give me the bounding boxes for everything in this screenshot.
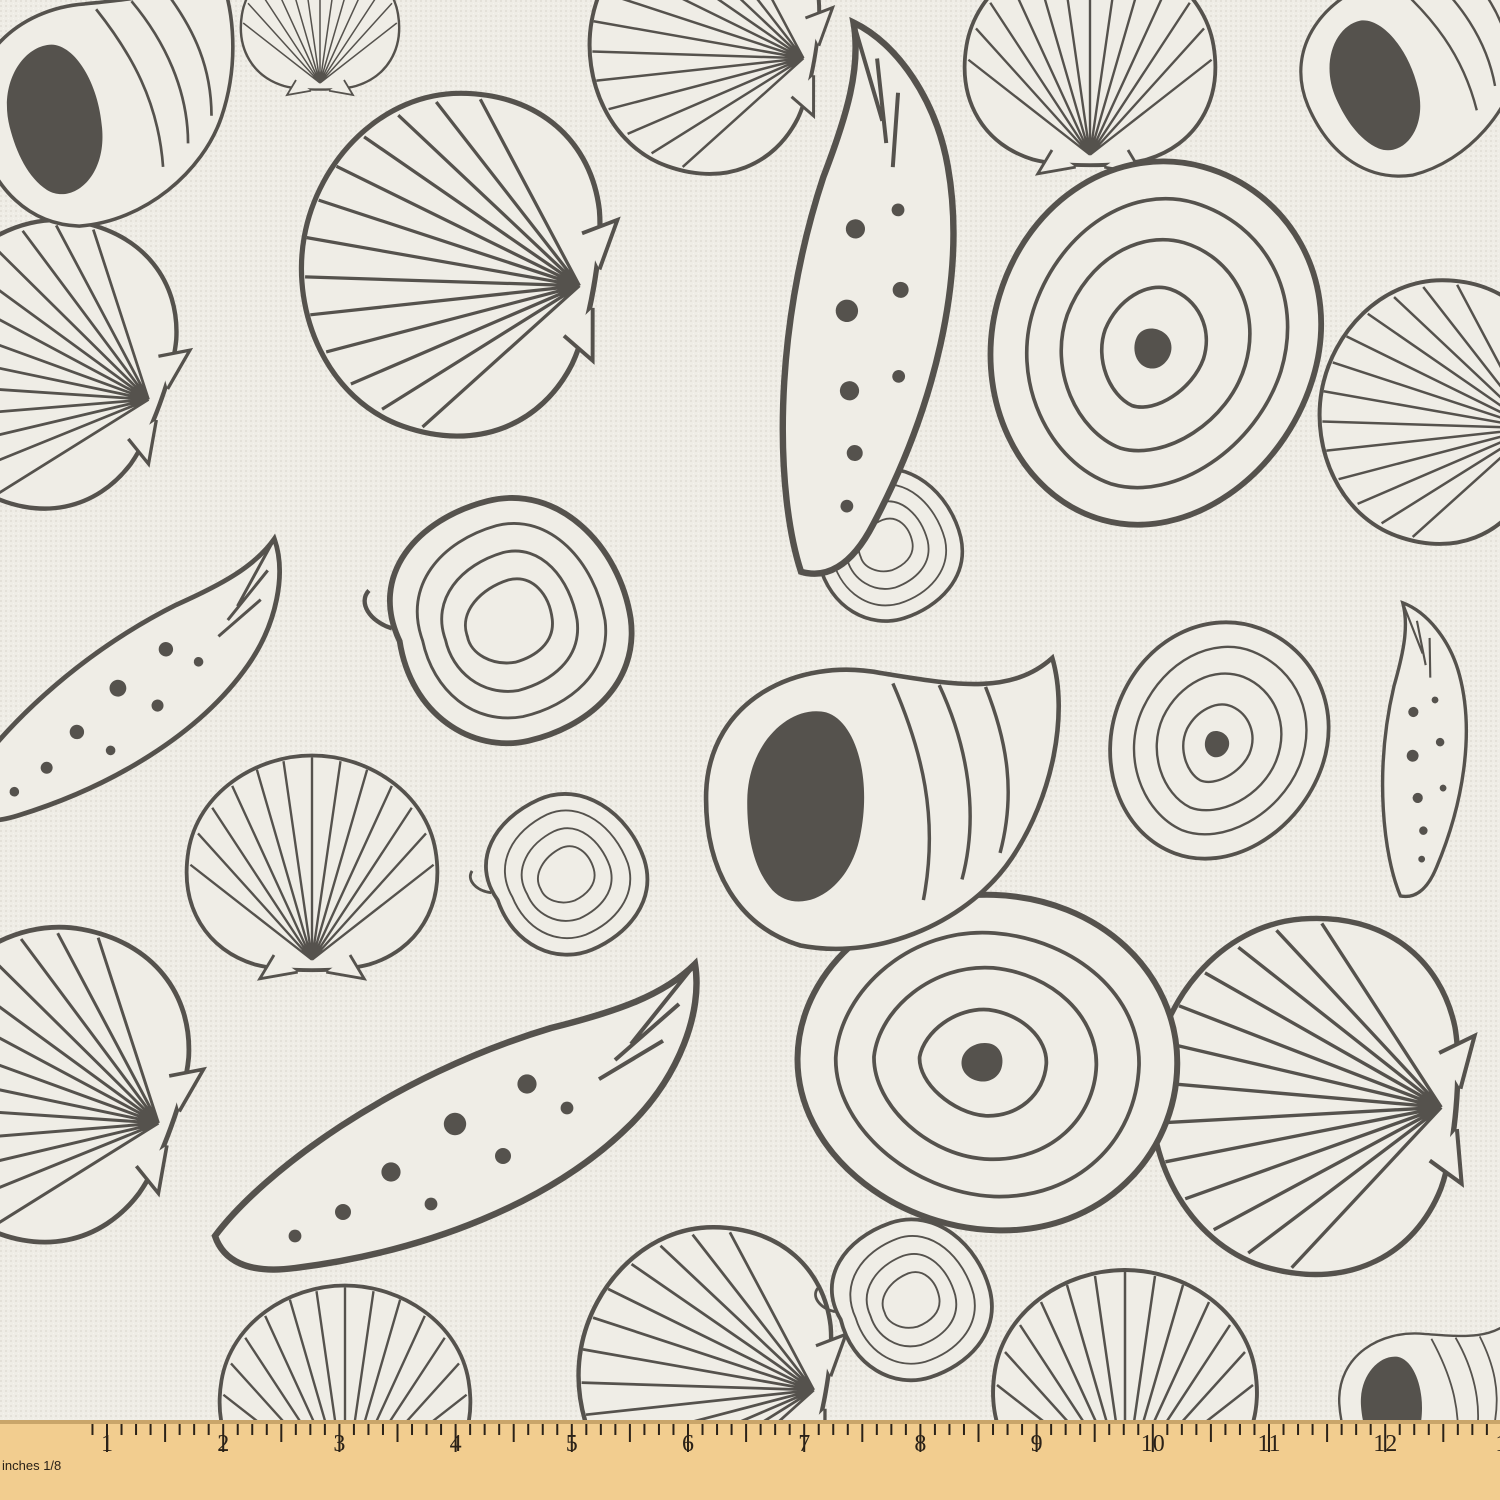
ruler-number: 1	[1495, 1431, 1500, 1458]
ruler-number: 7	[798, 1431, 811, 1457]
ruler-number: 9	[1030, 1431, 1043, 1457]
ruler-number: 12	[1373, 1431, 1398, 1457]
fabric-pattern	[0, 0, 1500, 1420]
ruler-unit-label: inches 1/8	[2, 1458, 62, 1473]
shell-illustration	[0, 0, 1500, 1420]
ruler-number: 1	[101, 1431, 113, 1457]
ruler-number: 5	[565, 1431, 578, 1457]
ruler-number: 11	[1257, 1431, 1281, 1457]
ruler-number: 6	[682, 1431, 694, 1457]
ruler-number: 10	[1140, 1431, 1165, 1457]
ruler-number: 4	[449, 1431, 462, 1457]
ruler-number: 3	[333, 1431, 346, 1457]
ruler-number: 2	[217, 1431, 230, 1457]
ruler-number: 8	[914, 1431, 927, 1457]
